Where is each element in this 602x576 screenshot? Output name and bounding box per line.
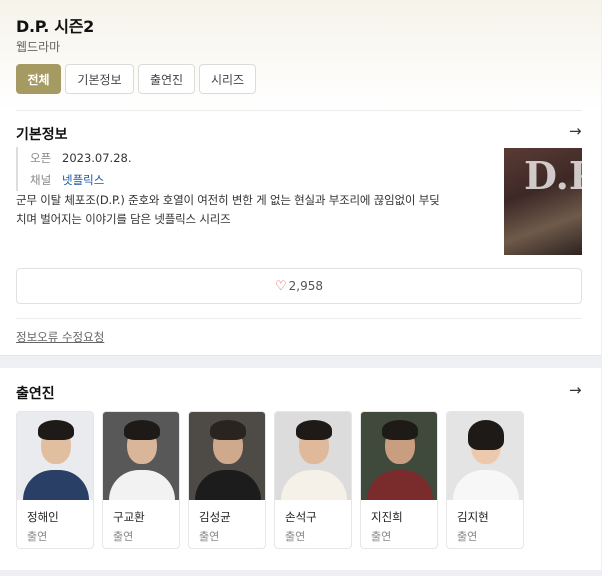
poster-title: D.P.2 bbox=[524, 153, 582, 198]
cast-name: 정해인 bbox=[27, 510, 59, 524]
info-row-open: 오픈 2023.07.28. bbox=[30, 147, 132, 169]
cast-name: 김지현 bbox=[457, 510, 489, 524]
arrow-right-icon[interactable]: → bbox=[569, 381, 582, 399]
cast-role: 출연 bbox=[113, 530, 134, 543]
tab-cast[interactable]: 출연진 bbox=[138, 64, 195, 94]
description: 군무 이탈 체포조(D.P.) 준호와 호열이 여전히 변한 게 없는 현실과 … bbox=[16, 191, 492, 229]
info-label: 채널 bbox=[30, 173, 52, 187]
tab-all[interactable]: 전체 bbox=[16, 64, 61, 94]
page-subtitle: 웹드라마 bbox=[16, 40, 61, 54]
info-rows: 오픈 2023.07.28. 채널 넷플릭스 bbox=[16, 147, 132, 191]
like-count: 2,958 bbox=[288, 279, 323, 293]
cast-member[interactable]: 손석구 출연 bbox=[274, 411, 352, 549]
divider bbox=[16, 318, 582, 319]
cast-name: 김성균 bbox=[199, 510, 231, 524]
cast-photo bbox=[103, 412, 179, 500]
tab-bar: 전체 기본정보 출연진 시리즈 bbox=[16, 64, 256, 94]
cast-member[interactable]: 지진희 출연 bbox=[360, 411, 438, 549]
poster-image[interactable]: D.P.2 bbox=[504, 148, 582, 255]
cast-member[interactable]: 구교환 출연 bbox=[102, 411, 180, 549]
like-button[interactable]: ♡ 2,958 bbox=[16, 268, 582, 304]
cast-member[interactable]: 김성균 출연 bbox=[188, 411, 266, 549]
cast-photo bbox=[361, 412, 437, 500]
cast-list: 정해인 출연 구교환 출연 김성균 출연 손석구 출연 지진희 출연 김지현 출… bbox=[16, 411, 524, 549]
cast-photo bbox=[275, 412, 351, 500]
cast-name: 구교환 bbox=[113, 510, 145, 524]
cast-role: 출연 bbox=[371, 530, 392, 543]
cast-name: 손석구 bbox=[285, 510, 317, 524]
cast-photo bbox=[189, 412, 265, 500]
cast-role: 출연 bbox=[27, 530, 48, 543]
cast-role: 출연 bbox=[199, 530, 220, 543]
basic-info-title[interactable]: 기본정보 bbox=[16, 124, 68, 144]
cast-member[interactable]: 김지현 출연 bbox=[446, 411, 524, 549]
page-title: D.P. 시즌2 bbox=[16, 17, 94, 36]
channel-link[interactable]: 넷플릭스 bbox=[62, 172, 104, 188]
cast-name: 지진희 bbox=[371, 510, 403, 524]
info-row-channel: 채널 넷플릭스 bbox=[30, 169, 132, 191]
description-line: 군무 이탈 체포조(D.P.) 준호와 호열이 여전히 변한 게 없는 현실과 … bbox=[16, 193, 440, 207]
cast-role: 출연 bbox=[285, 530, 306, 543]
open-date: 2023.07.28. bbox=[62, 151, 132, 165]
cast-title[interactable]: 출연진 bbox=[16, 383, 55, 403]
basic-info-card: D.P. 시즌2 웹드라마 전체 기본정보 출연진 시리즈 기본정보 → 오픈 … bbox=[0, 0, 601, 356]
divider bbox=[16, 110, 582, 111]
cast-photo bbox=[17, 412, 93, 500]
info-label: 오픈 bbox=[30, 151, 52, 165]
report-error-link[interactable]: 정보오류 수정요청 bbox=[16, 329, 104, 345]
heart-icon: ♡ bbox=[274, 278, 287, 294]
cast-member[interactable]: 정해인 출연 bbox=[16, 411, 94, 549]
tab-basic-info[interactable]: 기본정보 bbox=[65, 64, 134, 94]
tab-series[interactable]: 시리즈 bbox=[199, 64, 256, 94]
cast-role: 출연 bbox=[457, 530, 478, 543]
cast-photo bbox=[447, 412, 523, 500]
arrow-right-icon[interactable]: → bbox=[569, 122, 582, 140]
description-line: 치며 벌어지는 이야기를 담은 넷플릭스 시리즈 bbox=[16, 212, 231, 226]
